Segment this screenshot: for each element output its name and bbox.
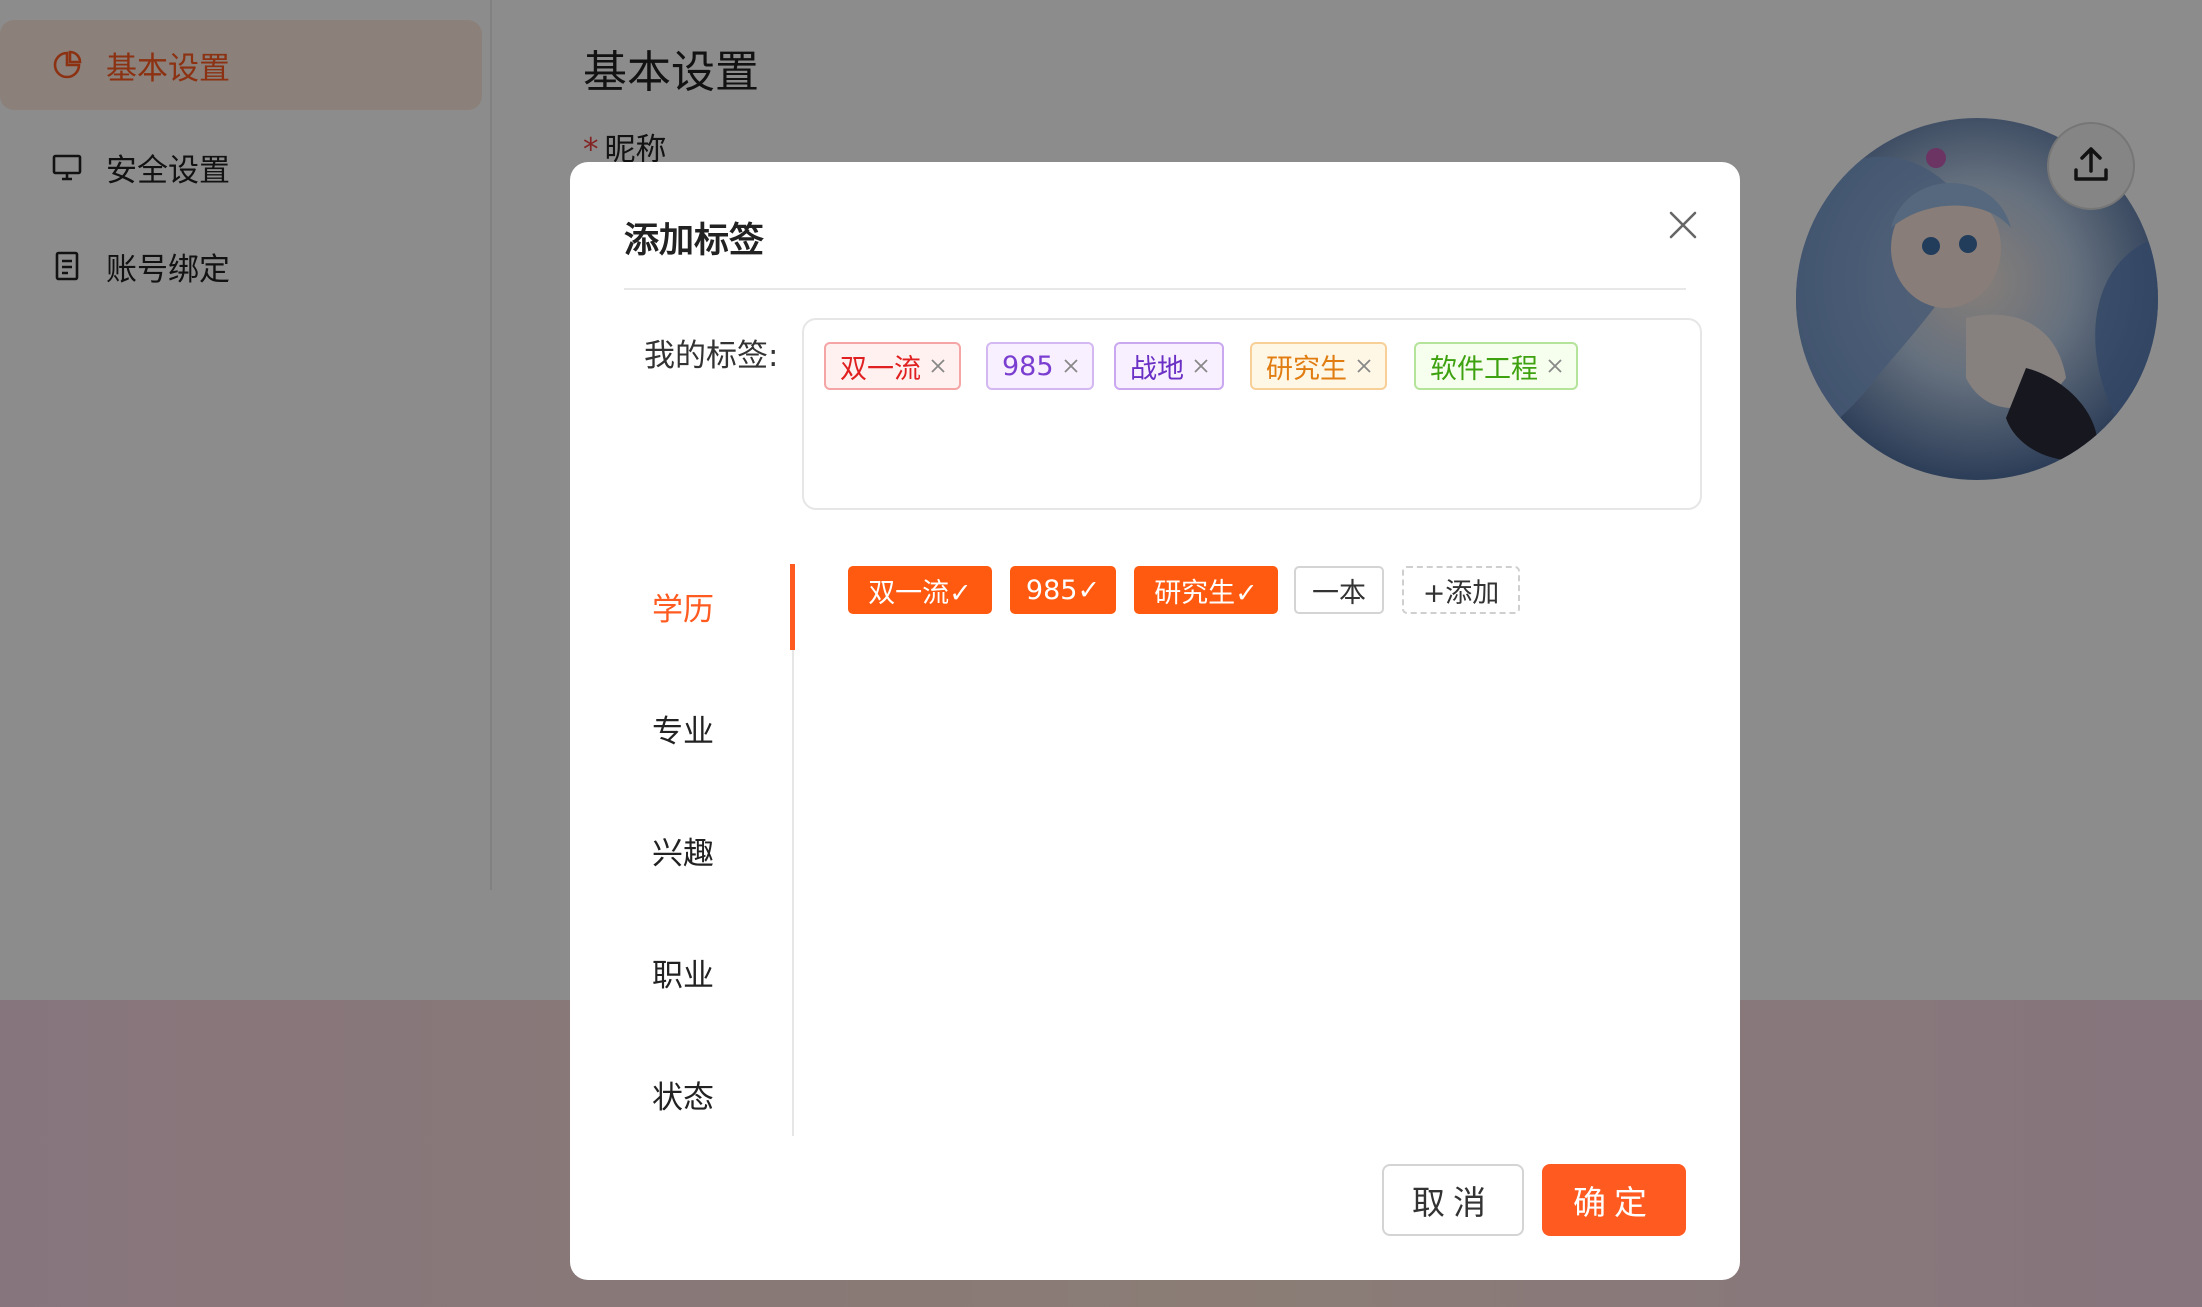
cancel-button[interactable]: 取消 (1382, 1164, 1524, 1236)
tag-label: 战地 (1130, 353, 1184, 385)
category-education[interactable]: 学历 (570, 564, 796, 648)
tag-remove-icon[interactable] (1548, 359, 1562, 373)
tag-label: 双一流 (840, 353, 921, 385)
tag-remove-icon[interactable] (1194, 359, 1208, 373)
my-tags-box: 双一流 985 战地 研究生 软件工程 (802, 318, 1702, 510)
confirm-button[interactable]: 确定 (1542, 1164, 1686, 1236)
tag-label: 软件工程 (1430, 353, 1538, 385)
option-tag[interactable]: 双一流✓ (848, 566, 992, 614)
tag-label: 研究生 (1266, 353, 1347, 385)
my-tag: 985 (986, 342, 1094, 390)
add-custom-tag-button[interactable]: +添加 (1402, 566, 1520, 614)
tag-remove-icon[interactable] (931, 359, 945, 373)
category-status[interactable]: 状态 (570, 1052, 796, 1136)
my-tag: 战地 (1114, 342, 1224, 390)
close-icon (1668, 210, 1698, 244)
tag-remove-icon[interactable] (1063, 359, 1078, 373)
category-interest[interactable]: 兴趣 (570, 808, 796, 892)
tag-remove-icon[interactable] (1357, 359, 1371, 373)
tag-label: 985 (1002, 350, 1054, 382)
option-tag[interactable]: 985✓ (1010, 566, 1116, 614)
category-profession[interactable]: 职业 (570, 930, 796, 1014)
my-tags-label: 我的标签: (644, 338, 779, 374)
dialog-title: 添加标签 (624, 221, 765, 261)
option-tag[interactable]: 一本 (1294, 566, 1384, 614)
add-tag-dialog: 添加标签 我的标签: 双一流 985 战地 研究生 软件工程 学历 专业 兴趣 … (570, 162, 1740, 1280)
my-tag: 双一流 (824, 342, 961, 390)
category-major[interactable]: 专业 (570, 686, 796, 770)
close-button[interactable] (1660, 204, 1706, 250)
my-tag: 软件工程 (1414, 342, 1578, 390)
my-tag: 研究生 (1250, 342, 1387, 390)
option-tag[interactable]: 研究生✓ (1134, 566, 1278, 614)
dialog-divider (624, 288, 1686, 290)
